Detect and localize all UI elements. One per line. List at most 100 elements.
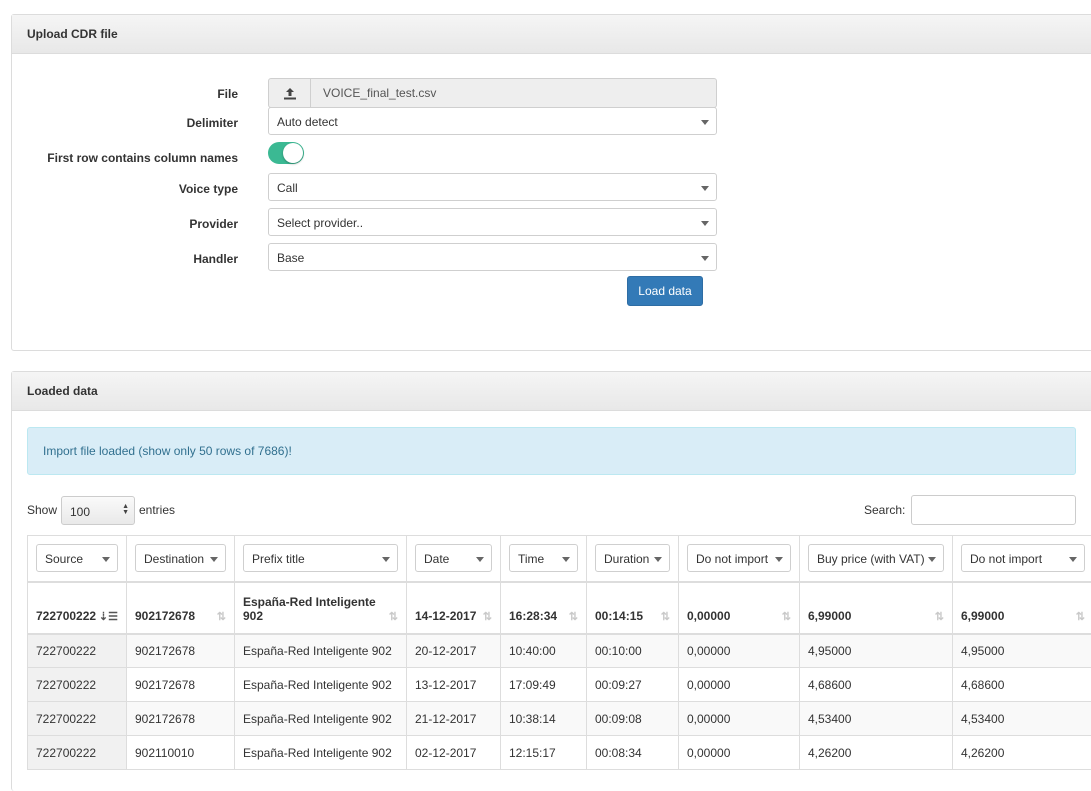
chevron-down-icon [562,557,570,562]
filter-cell: Prefix title [235,536,407,582]
sort-icon[interactable]: ⇅ [389,610,398,623]
provider-select[interactable]: Select provider.. [268,208,717,236]
cell-source: 722700222 [28,736,127,770]
filter-do-not-import-select[interactable]: Do not import [687,544,791,572]
table-row: 722700222 902172678 España-Red Inteligen… [28,634,1091,668]
sort-amount-asc-icon[interactable]: ⇣☰ [99,610,118,623]
filter-source-select[interactable]: Source [36,544,118,572]
table-row: 722700222 902172678 España-Red Inteligen… [28,668,1091,702]
import-info-alert: Import file loaded (show only 50 rows of… [27,427,1076,475]
delimiter-label: Delimiter [187,116,238,130]
column-header[interactable]: 6,99000⇅ [800,582,953,634]
filter-value: Destination [144,552,204,566]
cell-time: 12:15:17 [501,736,587,770]
file-input[interactable]: VOICE_final_test.csv [268,78,717,108]
toggle-knob [283,143,303,163]
sort-icon[interactable]: ⇅ [483,610,492,623]
chevron-down-icon [382,557,390,562]
cell-time: 17:09:49 [501,668,587,702]
loaded-panel-title: Loaded data [12,372,1091,411]
chevron-down-icon [701,186,709,191]
cell-do-not-import-2: 4,26200 [953,736,1091,770]
column-header[interactable]: 16:28:34 ⇅ [501,582,587,634]
loaded-data-table: Source Destination Prefix title Date Tim… [27,535,1091,770]
sort-icon[interactable]: ⇅ [217,610,226,623]
chevron-down-icon [476,557,484,562]
column-header[interactable]: 00:14:15⇅ [587,582,679,634]
column-header[interactable]: 722700222⇣☰ [28,582,127,634]
header-text: 14-12-2017 [415,609,476,623]
chevron-down-icon [654,557,662,562]
cell-do-not-import-2: 4,68600 [953,668,1091,702]
search-input[interactable] [911,495,1076,525]
handler-value: Base [277,251,304,265]
sort-icon[interactable]: ⇅ [782,610,791,623]
delimiter-select[interactable]: Auto detect [268,107,717,135]
chevron-down-icon [775,557,783,562]
filter-prefix-title-select[interactable]: Prefix title [243,544,398,572]
cell-duration: 00:08:34 [587,736,679,770]
cell-source: 722700222 [28,668,127,702]
cell-source: 722700222 [28,634,127,668]
column-header[interactable]: 0,00000⇅ [679,582,800,634]
search-label: Search: [864,503,905,517]
column-header[interactable]: 6,99000⇅ [953,582,1091,634]
filter-do-not-import-2-select[interactable]: Do not import [961,544,1085,572]
cell-prefix-title: España-Red Inteligente 902 [235,702,407,736]
file-name: VOICE_final_test.csv [323,86,436,100]
chevron-down-icon [102,557,110,562]
filter-cell: Source [28,536,127,582]
cell-do-not-import: 0,00000 [679,702,800,736]
filter-destination-select[interactable]: Destination [135,544,226,572]
cell-do-not-import: 0,00000 [679,634,800,668]
cell-date: 20-12-2017 [407,634,501,668]
cell-buy-price: 4,26200 [800,736,953,770]
upload-icon[interactable] [269,79,311,107]
voice-type-select[interactable]: Call [268,173,717,201]
cell-date: 02-12-2017 [407,736,501,770]
column-header[interactable]: 14-12-2017 ⇅ [407,582,501,634]
filter-date-select[interactable]: Date [415,544,492,572]
table-row: 722700222 902110010 España-Red Inteligen… [28,736,1091,770]
provider-value: Select provider.. [277,216,363,230]
entries-label: entries [139,503,175,517]
chevron-down-icon [210,557,218,562]
cell-duration: 00:10:00 [587,634,679,668]
filter-time-select[interactable]: Time [509,544,578,572]
filter-buy-price-select[interactable]: Buy price (with VAT) [808,544,944,572]
first-row-toggle[interactable] [268,142,304,164]
chevron-down-icon [701,221,709,226]
column-header[interactable]: España-Red Inteligente 902⇅ [235,582,407,634]
header-text: 16:28:34 [509,609,557,623]
cell-prefix-title: España-Red Inteligente 902 [235,668,407,702]
provider-label: Provider [189,217,238,231]
cell-date: 21-12-2017 [407,702,501,736]
filter-cell: Date [407,536,501,582]
handler-select[interactable]: Base [268,243,717,271]
cell-prefix-title: España-Red Inteligente 902 [235,634,407,668]
cell-destination: 902172678 [127,668,235,702]
handler-label: Handler [193,252,238,266]
cell-destination: 902172678 [127,702,235,736]
filter-duration-select[interactable]: Duration [595,544,670,572]
cell-do-not-import-2: 4,53400 [953,702,1091,736]
voice-type-value: Call [277,181,298,195]
chevron-down-icon [1069,557,1077,562]
page-length-select[interactable]: 100 ▲▼ [61,496,135,525]
load-data-button[interactable]: Load data [627,276,703,306]
filter-cell: Do not import [953,536,1091,582]
sort-icon[interactable]: ⇅ [935,610,944,623]
first-row-label: First row contains column names [47,151,238,165]
loaded-data-panel: Loaded data Import file loaded (show onl… [11,371,1091,791]
cell-duration: 00:09:27 [587,668,679,702]
updown-arrows-icon: ▲▼ [122,504,129,516]
filter-cell: Duration [587,536,679,582]
filter-value: Date [424,552,449,566]
filter-value: Source [45,552,83,566]
column-header[interactable]: 902172678⇅ [127,582,235,634]
cell-time: 10:38:14 [501,702,587,736]
sort-icon[interactable]: ⇅ [661,610,670,623]
filter-cell: Do not import [679,536,800,582]
sort-icon[interactable]: ⇅ [1076,610,1085,623]
sort-icon[interactable]: ⇅ [569,610,578,623]
